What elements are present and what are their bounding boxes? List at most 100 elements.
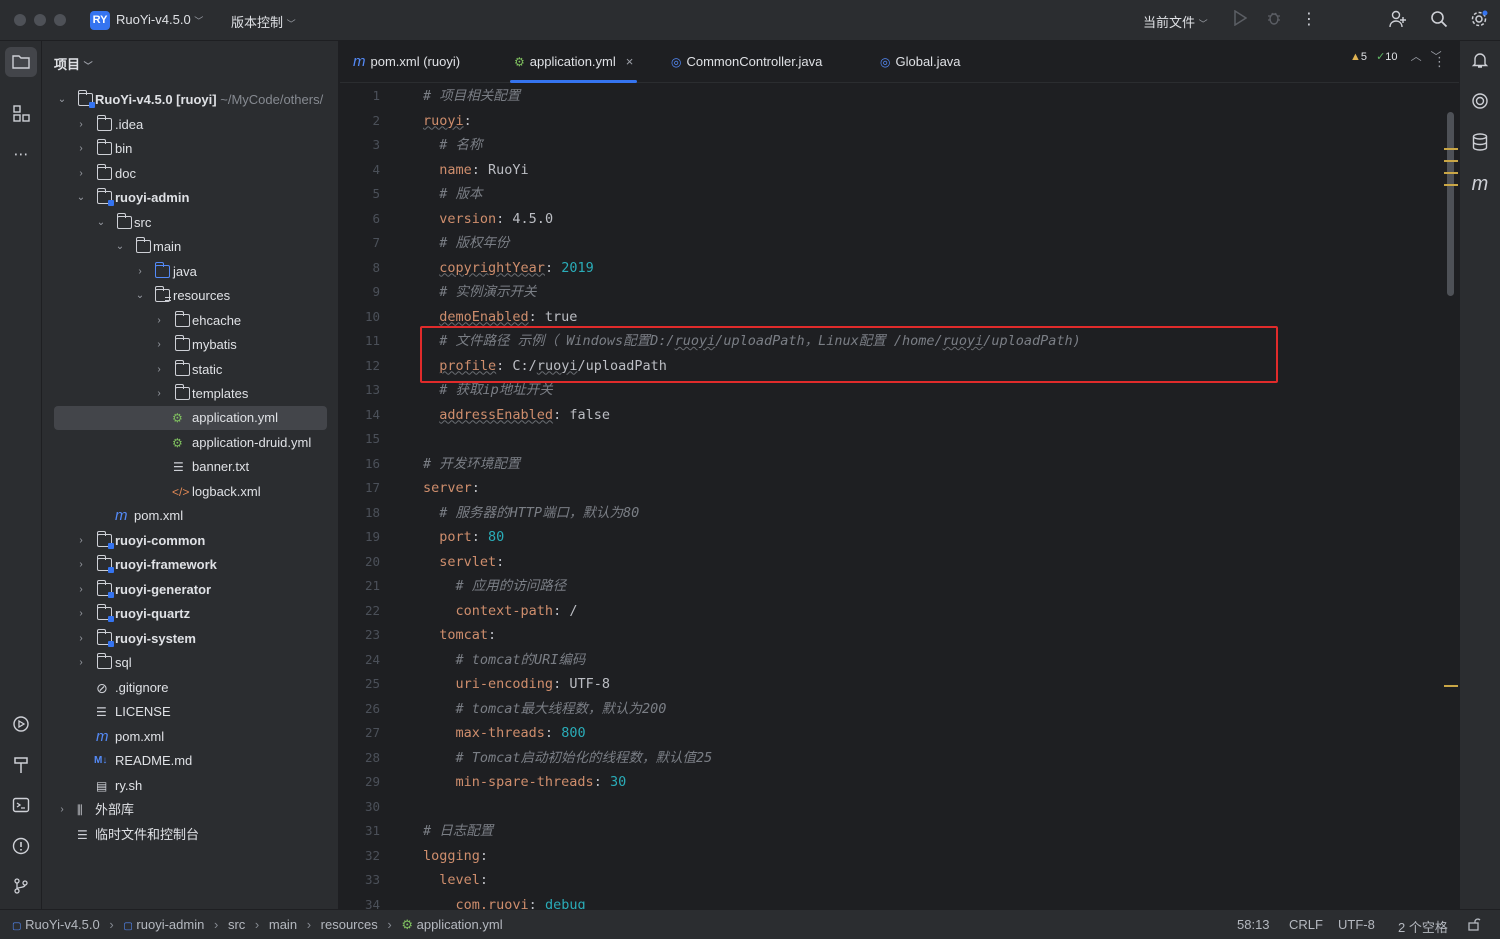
breadcrumb-item[interactable]: application.yml [417, 917, 503, 932]
close-window-button[interactable] [14, 14, 26, 26]
tree-root[interactable]: ⌄ RuoYi-v4.5.0 [ruoyi] ~/MyCode/others/ [42, 88, 338, 112]
chevron-down-icon[interactable]: ﹀ [1431, 51, 1442, 63]
build-icon[interactable] [10, 756, 32, 778]
notifications-bell-icon[interactable] [1469, 51, 1491, 73]
lock-icon[interactable] [1467, 917, 1481, 934]
tree-item-sql[interactable]: › sql [42, 651, 338, 675]
tree-item-root-pom-xml[interactable]: m pom.xml [42, 725, 338, 749]
indent-setting[interactable]: 2 个空格 [1398, 917, 1448, 936]
code-line: addressEnabled: false [439, 406, 610, 423]
tree-item-ruoyi-generator[interactable]: › ruoyi-generator [42, 578, 338, 602]
tree-item-static[interactable]: › static [42, 358, 338, 382]
project-name: RuoYi-v4.5.0 [116, 12, 191, 27]
zoom-window-button[interactable] [54, 14, 66, 26]
tree-item-templates[interactable]: › templates [42, 382, 338, 406]
maven-icon[interactable]: m [1469, 173, 1491, 195]
breadcrumb-item[interactable]: ruoyi-admin [136, 917, 204, 932]
project-switcher[interactable]: RuoYi-v4.5.0 ﹀ [116, 12, 203, 27]
code-line: tomcat: [439, 627, 497, 643]
breadcrumb-item[interactable]: src [228, 917, 245, 932]
warning-marker[interactable] [1444, 184, 1458, 186]
tree-item-logback-xml[interactable]: </> logback.xml [42, 480, 338, 504]
tree-item-readme[interactable]: M↓ README.md [42, 749, 338, 773]
ai-assistant-icon[interactable] [1469, 92, 1491, 114]
tree-item-mybatis[interactable]: › mybatis [42, 333, 338, 357]
warning-marker[interactable] [1444, 685, 1458, 687]
tree-item-doc[interactable]: › doc [42, 162, 338, 186]
run-config-selector[interactable]: 当前文件 ﹀ [1143, 12, 1208, 31]
code-line: ruoyi: [423, 112, 472, 129]
tab-common-controller[interactable]: ◎ CommonController.java [671, 41, 822, 83]
warning-marker[interactable] [1444, 160, 1458, 162]
more-actions-icon[interactable]: ⋮ [1299, 10, 1319, 30]
tree-item-main[interactable]: ⌄ main [42, 235, 338, 259]
file-encoding[interactable]: UTF-8 [1338, 917, 1375, 932]
close-icon[interactable]: × [626, 54, 634, 69]
tree-item-scratches[interactable]: ☰ 临时文件和控制台 [42, 823, 338, 847]
tree-label: bin [115, 141, 133, 156]
tab-pom-xml[interactable]: m pom.xml (ruoyi) [353, 41, 460, 83]
code-line: # tomcat的URI编码 [455, 651, 586, 668]
tree-item-ry-sh[interactable]: ▤ ry.sh [42, 774, 338, 798]
line-number: 16 [364, 455, 380, 471]
folder-icon[interactable] [5, 47, 37, 77]
tree-item-ruoyi-quartz[interactable]: › ruoyi-quartz [42, 602, 338, 626]
scratches-icon: ☰ [77, 828, 88, 842]
terminal-icon[interactable] [10, 796, 32, 818]
tree-item-external-libraries[interactable]: › ⫼ 外部库 [42, 798, 338, 822]
run-icon[interactable] [1230, 9, 1250, 30]
editor-scrollbar[interactable] [1447, 112, 1454, 296]
line-separator[interactable]: CRLF [1289, 917, 1323, 932]
tree-item-src[interactable]: ⌄ src [42, 211, 338, 235]
more-icon[interactable]: ⋯ [10, 144, 32, 166]
services-icon[interactable] [10, 715, 32, 737]
problems-icon[interactable] [10, 837, 32, 859]
module-icon: ▢ [123, 921, 133, 932]
line-number: 28 [364, 749, 380, 765]
project-panel-header[interactable]: 项目 ﹀ [54, 54, 93, 73]
database-icon[interactable] [1469, 133, 1491, 155]
tree-item-ruoyi-framework[interactable]: › ruoyi-framework [42, 553, 338, 577]
tree-item-ruoyi-system[interactable]: › ruoyi-system [42, 627, 338, 651]
warning-marker[interactable] [1444, 148, 1458, 150]
tree-item-gitignore[interactable]: ⊘ .gitignore [42, 676, 338, 700]
tab-application-yml[interactable]: ⚙ application.yml × [509, 41, 638, 83]
tab-global-java[interactable]: ◎ Global.java [880, 41, 961, 83]
code-line: name: RuoYi [439, 161, 529, 178]
breadcrumb-item[interactable]: resources [321, 917, 378, 932]
tree-item-ruoyi-common[interactable]: › ruoyi-common [42, 529, 338, 553]
breadcrumb-item[interactable]: main [269, 917, 297, 932]
chevron-right-icon: › [138, 266, 142, 277]
editor-tab-bar: m pom.xml (ruoyi) ⚙ application.yml × ◎ Comm… [340, 41, 1459, 83]
tree-item-banner-txt[interactable]: ☰ banner.txt [42, 455, 338, 479]
code-line: # 名称 [439, 137, 483, 153]
breadcrumb-item[interactable]: RuoYi-v4.5.0 [25, 917, 100, 932]
tree-item-java[interactable]: › java [42, 260, 338, 284]
code-area[interactable]: # 项目相关配置 ruoyi: # 名称 name: RuoYi # 版本 ver… [423, 83, 1443, 909]
tree-item-application-druid-yml[interactable]: ⚙ application-druid.yml [42, 431, 338, 455]
caret-position[interactable]: 58:13 [1237, 917, 1270, 932]
line-number: 10 [364, 308, 380, 324]
chevron-right-icon: › [387, 917, 392, 932]
add-user-icon[interactable] [1388, 10, 1408, 30]
tree-item-admin-pom-xml[interactable]: m pom.xml [42, 504, 338, 528]
tree-item-ruoyi-admin[interactable]: ⌄ ruoyi-admin [42, 186, 338, 210]
folder-icon [175, 360, 190, 376]
settings-gear-icon[interactable] [1469, 10, 1489, 30]
minimize-window-button[interactable] [34, 14, 46, 26]
git-icon[interactable] [10, 877, 32, 899]
line-number: 11 [364, 333, 380, 348]
warning-marker[interactable] [1444, 172, 1458, 174]
tree-item-idea[interactable]: › .idea [42, 113, 338, 137]
chevron-up-icon[interactable]: ︿ [1411, 51, 1422, 63]
tree-item-application-yml[interactable]: ⚙ application.yml [54, 406, 327, 430]
tree-item-resources[interactable]: ⌄ resources [42, 284, 338, 308]
debug-icon[interactable] [1264, 10, 1284, 30]
tree-item-license[interactable]: ☰ LICENSE [42, 700, 338, 724]
tree-item-ehcache[interactable]: › ehcache [42, 309, 338, 333]
search-icon[interactable] [1429, 10, 1449, 30]
inspection-widget[interactable]: ▲5 ✓10 ︿ ﹀ [1350, 48, 1442, 64]
structure-icon[interactable] [10, 104, 32, 126]
tree-item-bin[interactable]: › bin [42, 137, 338, 161]
vcs-menu[interactable]: 版本控制 ﹀ [231, 12, 296, 31]
